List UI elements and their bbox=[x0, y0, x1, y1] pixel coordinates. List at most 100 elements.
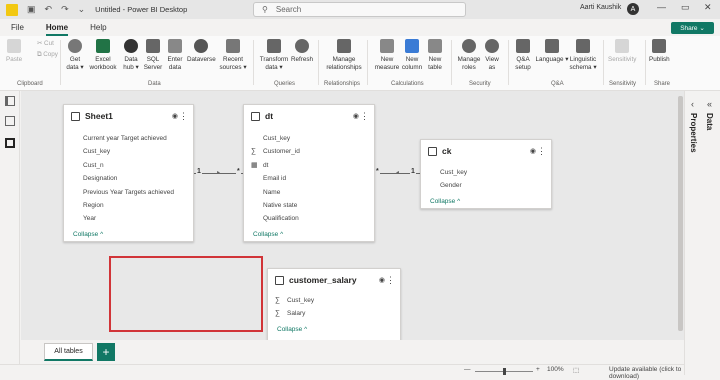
report-view-icon[interactable] bbox=[5, 96, 15, 106]
field-item[interactable]: ▦ dt bbox=[244, 159, 374, 172]
qna-setup-button[interactable]: Q&A setup bbox=[513, 39, 533, 71]
field-item[interactable]: ∑ Customer_id bbox=[244, 145, 374, 158]
copy-button[interactable]: ⧉ Copy bbox=[37, 51, 58, 59]
view-switcher bbox=[0, 91, 20, 375]
field-item[interactable]: Cust_key bbox=[244, 132, 374, 145]
transform-data-button[interactable]: Transform data ▾ bbox=[258, 39, 290, 71]
table-header[interactable]: customer_salary ◉ ⋮ bbox=[268, 269, 400, 291]
excel-workbook-button[interactable]: Excel workbook bbox=[88, 39, 118, 71]
visibility-icon[interactable]: ◉ bbox=[530, 147, 536, 155]
zoom-slider-handle[interactable] bbox=[503, 368, 506, 375]
table-header[interactable]: ck ◉ ⋮ bbox=[421, 140, 551, 162]
field-item[interactable]: ∑ Cust_key bbox=[268, 294, 400, 307]
sensitivity-button[interactable]: Sensitivity bbox=[608, 39, 636, 64]
refresh-button[interactable]: Refresh bbox=[291, 39, 313, 64]
field-item[interactable]: Region bbox=[64, 199, 193, 212]
collapse-link[interactable]: Collapse ^ bbox=[64, 228, 193, 242]
user-avatar[interactable]: A bbox=[627, 3, 639, 15]
field-item[interactable]: Previous Year Targets achieved bbox=[64, 186, 193, 199]
language-button[interactable]: Language ▾ bbox=[535, 39, 569, 64]
visibility-icon[interactable]: ◉ bbox=[353, 112, 359, 120]
more-options-icon[interactable]: ⋮ bbox=[537, 146, 546, 157]
field-item[interactable]: Gender bbox=[421, 179, 551, 192]
ribbon-separator bbox=[60, 40, 61, 85]
scrollbar-thumb[interactable] bbox=[678, 96, 683, 331]
table-card-dt[interactable]: dt ◉ ⋮ Cust_key ∑ Customer_id ▦ dt Email i… bbox=[243, 104, 375, 242]
table-view-icon[interactable] bbox=[5, 116, 15, 126]
visibility-icon[interactable]: ◉ bbox=[172, 112, 178, 120]
user-name[interactable]: Aarti Kaushik bbox=[580, 4, 621, 11]
fit-to-page-icon[interactable]: ⬚ bbox=[573, 366, 579, 374]
cardinality-many-label: * bbox=[236, 168, 241, 175]
field-item[interactable]: Cust_key bbox=[64, 145, 193, 158]
field-item[interactable]: Designation bbox=[64, 172, 193, 185]
dataverse-button[interactable]: Dataverse bbox=[187, 39, 216, 64]
sql-server-button[interactable]: SQL Server bbox=[142, 39, 164, 71]
zoom-in-button[interactable]: + bbox=[536, 366, 540, 373]
field-item[interactable]: Email id bbox=[244, 172, 374, 185]
expand-properties-icon[interactable]: ‹ bbox=[691, 99, 694, 109]
customize-dropdown-icon[interactable]: ⌄ bbox=[78, 4, 86, 15]
update-available-link[interactable]: Update available (click to download) bbox=[609, 366, 684, 380]
manage-relationships-button[interactable]: Manage relationships bbox=[324, 39, 364, 71]
table-card-ck[interactable]: ck ◉ ⋮ Cust_key Gender Collapse ^ bbox=[420, 139, 552, 209]
table-card-sheet1[interactable]: Sheet1 ◉ ⋮ Current year Target achieved … bbox=[63, 104, 194, 242]
add-layout-button[interactable]: + bbox=[97, 343, 115, 361]
search-box[interactable]: ⚲ Search bbox=[253, 2, 466, 17]
model-view-icon[interactable] bbox=[5, 138, 15, 148]
powerbi-logo-icon bbox=[6, 3, 18, 16]
data-hub-button[interactable]: Data hub ▾ bbox=[120, 39, 142, 71]
field-item[interactable]: Year bbox=[64, 212, 193, 225]
close-icon[interactable]: ✕ bbox=[704, 2, 712, 13]
vertical-scrollbar[interactable] bbox=[677, 91, 684, 340]
filter-direction-icon: ◂ bbox=[396, 170, 400, 176]
view-as-button[interactable]: View as bbox=[484, 39, 500, 71]
get-data-button[interactable]: Get data ▾ bbox=[65, 39, 85, 71]
menu-home[interactable]: Home bbox=[45, 19, 69, 36]
new-column-button[interactable]: New column bbox=[401, 39, 423, 71]
field-item[interactable]: ∑ Salary bbox=[268, 307, 400, 320]
collapse-link[interactable]: Collapse ^ bbox=[421, 195, 551, 209]
collapse-link[interactable]: Collapse ^ bbox=[268, 323, 400, 337]
table-icon bbox=[428, 146, 437, 156]
manage-roles-button[interactable]: Manage roles bbox=[456, 39, 482, 71]
minimize-icon[interactable]: — bbox=[657, 2, 666, 12]
more-options-icon[interactable]: ⋮ bbox=[179, 111, 188, 122]
table-header[interactable]: Sheet1 ◉ ⋮ bbox=[64, 105, 193, 127]
new-table-button[interactable]: New table bbox=[426, 39, 444, 71]
cut-button[interactable]: ✂ Cut bbox=[37, 40, 54, 48]
publish-button[interactable]: Publish bbox=[649, 39, 670, 64]
share-button[interactable]: Share ⌄ bbox=[671, 22, 714, 34]
ribbon-separator bbox=[367, 40, 368, 85]
linguistic-schema-button[interactable]: Linguistic schema ▾ bbox=[566, 39, 600, 71]
field-item[interactable]: Current year Target achieved bbox=[64, 132, 193, 145]
field-item[interactable]: Native state bbox=[244, 199, 374, 212]
new-measure-button[interactable]: New measure bbox=[373, 39, 401, 71]
redo-icon[interactable]: ↷ bbox=[61, 4, 69, 15]
restore-icon[interactable]: ▭ bbox=[681, 2, 690, 13]
more-options-icon[interactable]: ⋮ bbox=[386, 275, 395, 286]
expand-data-icon[interactable]: « bbox=[707, 99, 712, 109]
menu-help[interactable]: Help bbox=[90, 19, 106, 36]
recent-sources-button[interactable]: Recent sources ▾ bbox=[219, 39, 247, 71]
undo-icon[interactable]: ↶ bbox=[45, 4, 53, 15]
more-options-icon[interactable]: ⋮ bbox=[360, 111, 369, 122]
field-item[interactable]: Qualification bbox=[244, 212, 374, 225]
zoom-out-button[interactable]: — bbox=[464, 366, 471, 373]
field-item[interactable]: Name bbox=[244, 186, 374, 199]
field-item[interactable]: Cust_n bbox=[64, 159, 193, 172]
tab-all-tables[interactable]: All tables bbox=[44, 343, 93, 361]
save-icon[interactable]: ▣ bbox=[27, 4, 36, 15]
properties-pane-label[interactable]: Properties bbox=[689, 113, 698, 153]
enter-data-button[interactable]: Enter data bbox=[165, 39, 185, 71]
table-card-customer-salary[interactable]: customer_salary ◉ ⋮ ∑ Cust_key ∑ Salary Co… bbox=[267, 268, 401, 341]
ribbon-separator bbox=[645, 40, 646, 85]
collapse-link[interactable]: Collapse ^ bbox=[244, 228, 374, 242]
data-pane-label[interactable]: Data bbox=[705, 113, 714, 130]
publish-icon bbox=[652, 39, 667, 53]
table-header[interactable]: dt ◉ ⋮ bbox=[244, 105, 374, 127]
visibility-icon[interactable]: ◉ bbox=[379, 276, 385, 284]
paste-button[interactable]: Paste bbox=[6, 39, 22, 64]
menu-file[interactable]: File bbox=[11, 19, 24, 36]
field-item[interactable]: Cust_key bbox=[421, 166, 551, 179]
